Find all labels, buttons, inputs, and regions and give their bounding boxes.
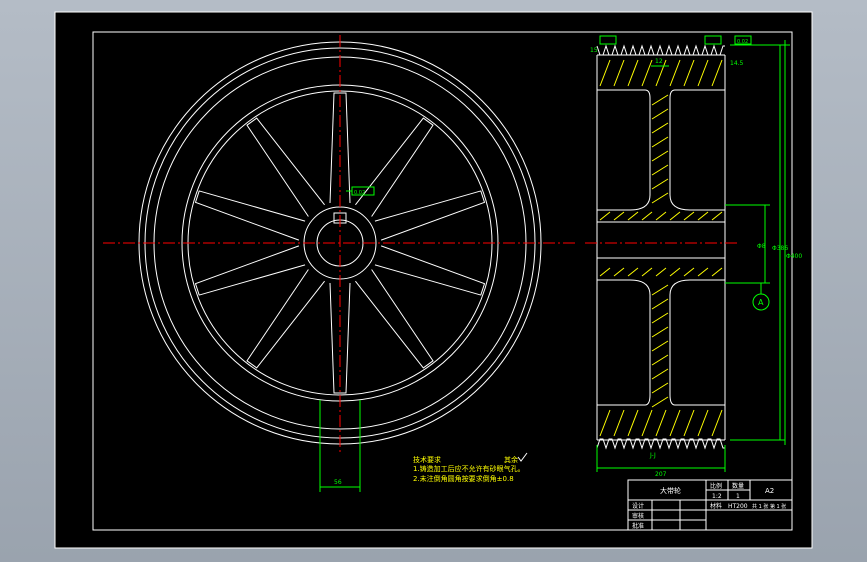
datum-label: A — [758, 298, 764, 307]
dim-small-top: 15 — [590, 47, 598, 54]
roughness-note: 其余 — [504, 455, 518, 464]
material-value: HT200 — [728, 503, 748, 510]
notes-title: 技术要求 — [413, 455, 441, 464]
dim-outer-dia: Φ400 — [786, 253, 802, 260]
checker-label: 审核 — [632, 512, 644, 520]
cad-viewport[interactable]: 56 207 12 15 14.5 Φ8 Φ386 Φ400 0.02 0.02… — [0, 0, 867, 562]
designer-label: 设计 — [632, 502, 644, 510]
part-name: 大带轮 — [660, 486, 681, 495]
notes-line2: 2.未注倒角圆角按要求倒角±0.8 — [413, 474, 514, 483]
sheet-size: A2 — [765, 487, 774, 495]
qty-header: 数量 — [732, 482, 744, 490]
qty-value: 1 — [736, 493, 740, 500]
material-label: 材料 — [710, 502, 722, 510]
tol-frame-front: 0.02 — [354, 190, 365, 196]
sheet-info: 共 1 张 第 1 张 — [752, 503, 786, 510]
dim-small-right: 14.5 — [730, 60, 744, 67]
dim-key-width: 12 — [655, 58, 663, 65]
dim-bore: Φ8 — [757, 243, 766, 250]
approver-label: 批准 — [632, 522, 644, 530]
drawing-canvas[interactable]: 56 207 12 15 14.5 Φ8 Φ386 Φ400 0.02 0.02… — [0, 0, 867, 562]
scale-header: 比例 — [710, 482, 722, 490]
dim-pitch-dia: Φ386 — [772, 245, 788, 252]
notes-line1: 1.铸造加工后应不允许有砂眼气孔。 — [413, 464, 525, 473]
section-label: J-J — [649, 452, 656, 459]
scale-value: 1:2 — [712, 493, 722, 500]
dim-total-width: 207 — [655, 471, 667, 478]
dim-hub-width: 56 — [334, 479, 342, 486]
tol-frame-section: 0.02 — [737, 39, 748, 45]
